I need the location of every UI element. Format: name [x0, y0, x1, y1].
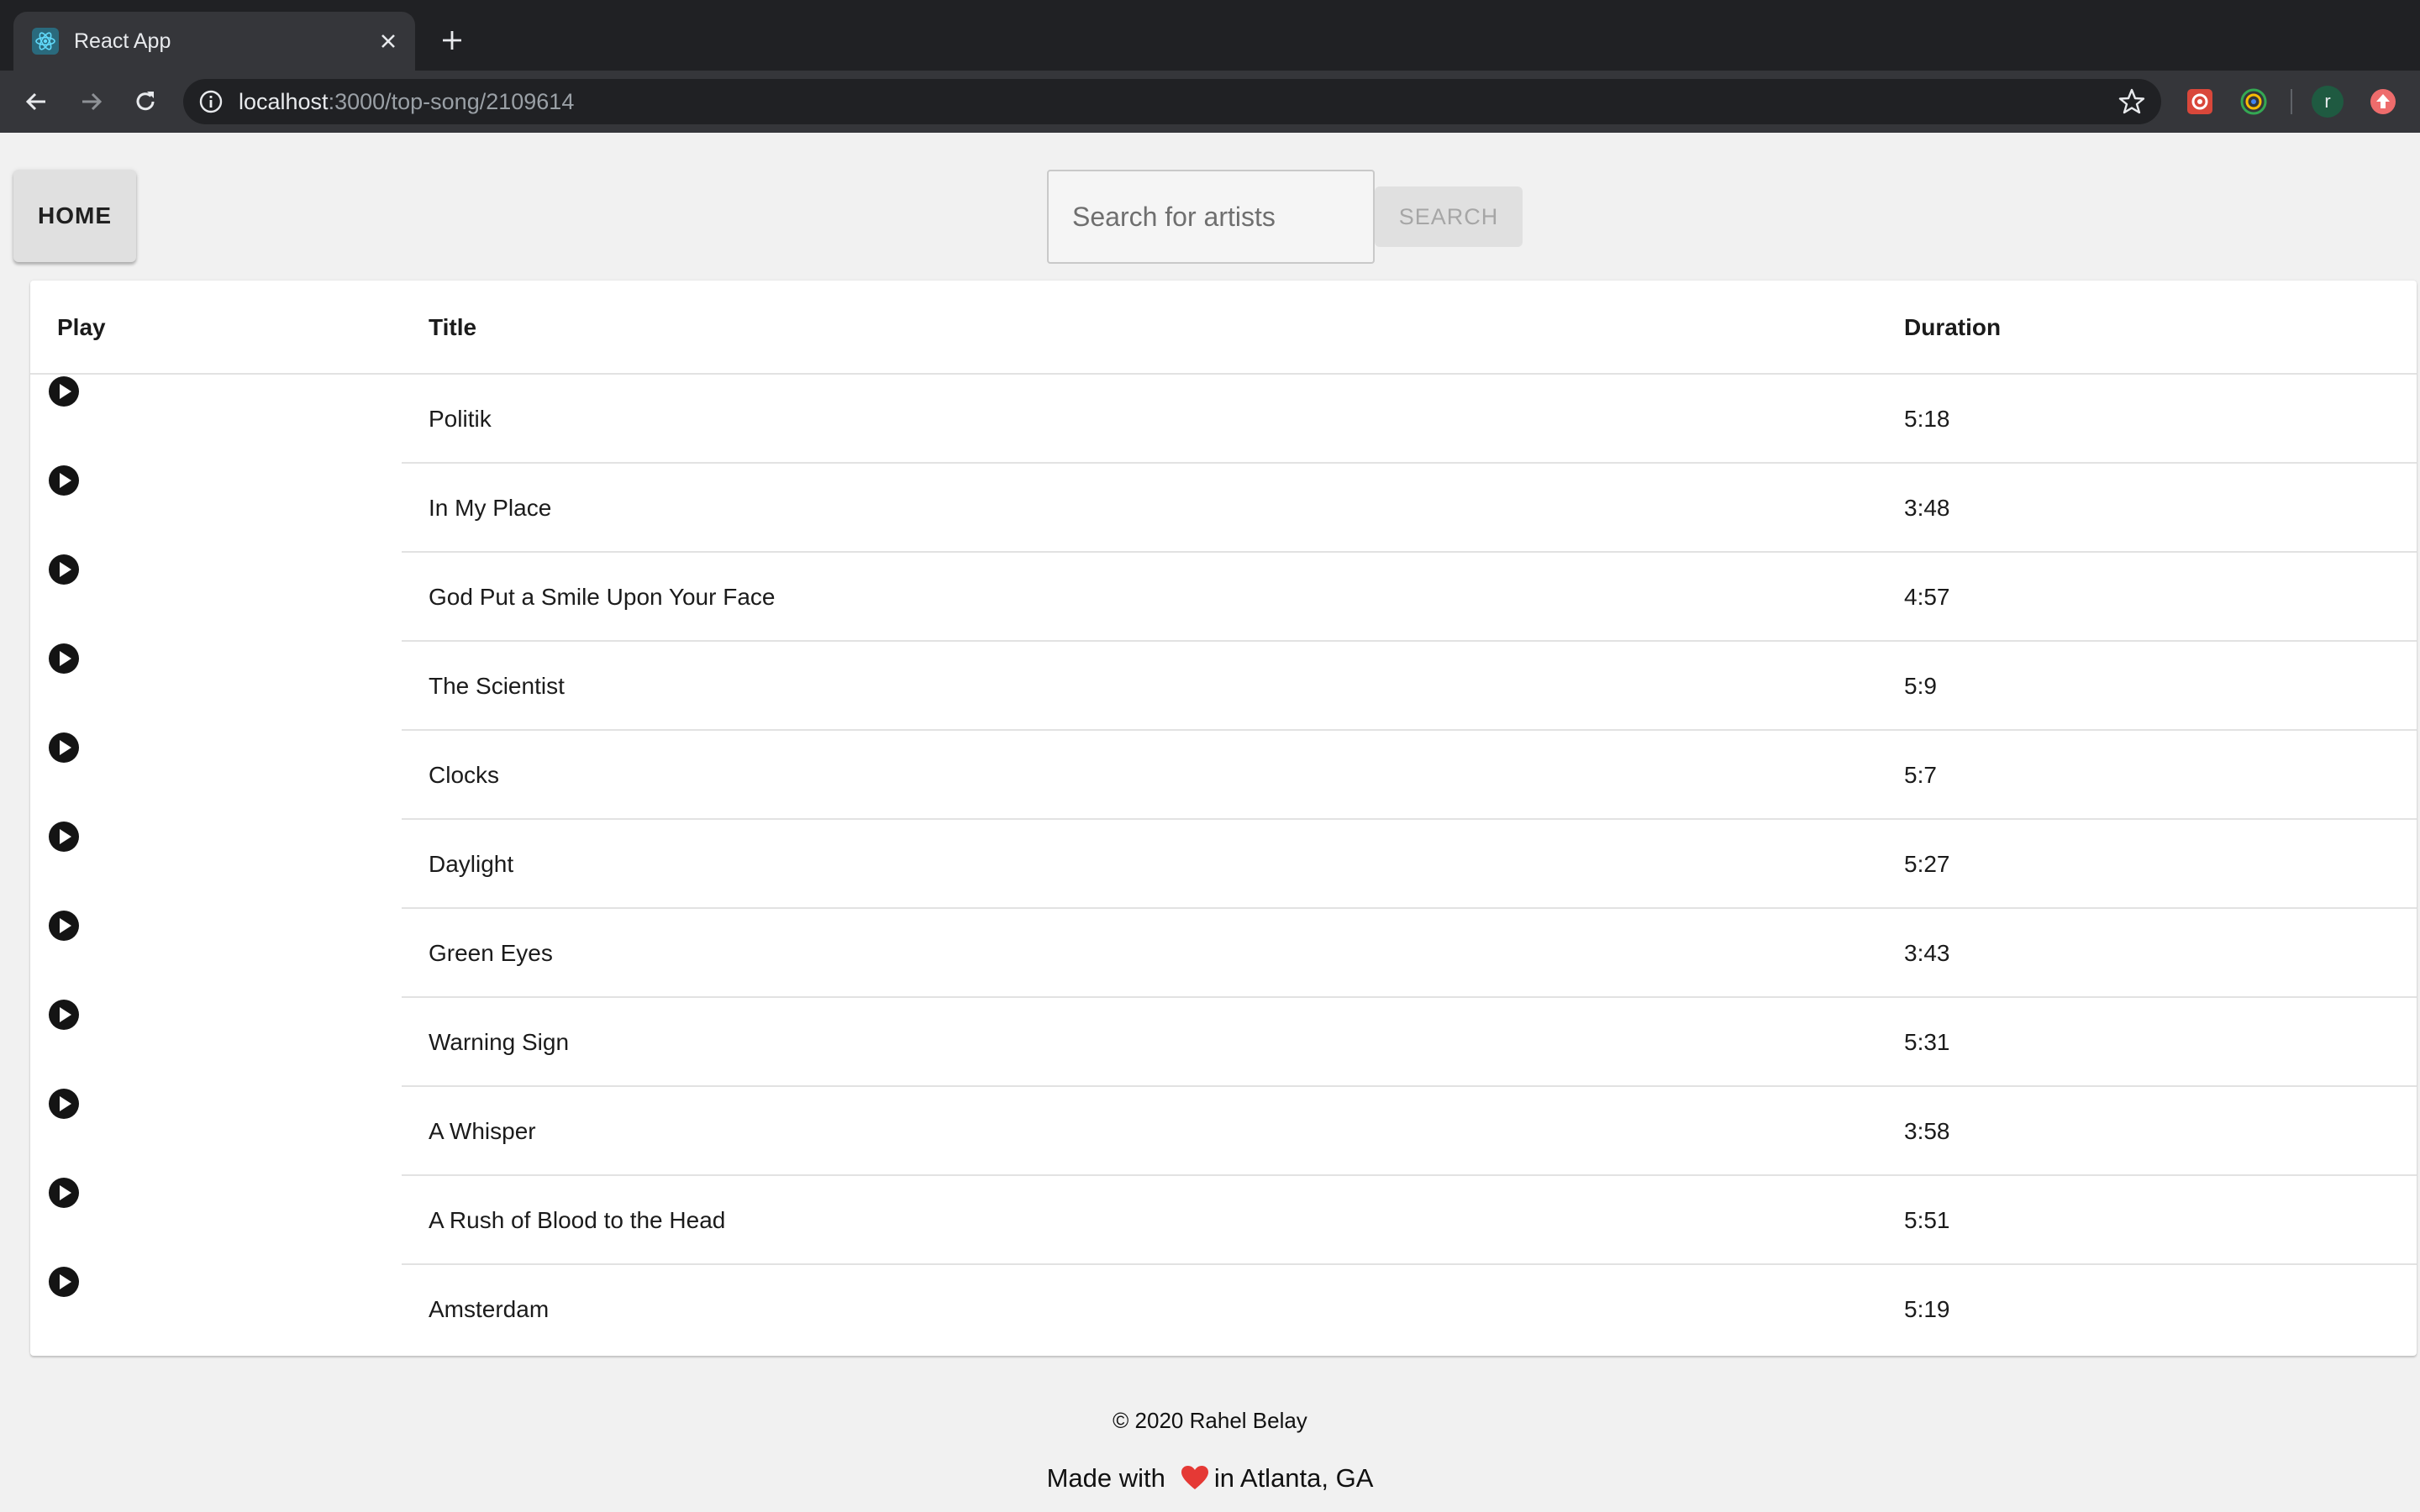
- song-duration: 5:18: [1904, 406, 1950, 432]
- song-duration: 5:51: [1904, 1207, 1950, 1233]
- table-row: Daylight 5:27: [402, 820, 2417, 909]
- table-body: Politik 5:18 In My Place 3:48 God Put a Smil…: [402, 375, 2417, 1354]
- song-duration: 5:31: [1904, 1029, 1950, 1055]
- song-title: Warning Sign: [429, 1029, 570, 1055]
- song-duration: 5:19: [1904, 1296, 1950, 1322]
- song-title: Politik: [429, 406, 492, 432]
- song-duration: 5:7: [1904, 762, 1937, 788]
- close-icon[interactable]: [373, 26, 403, 56]
- table-row: Clocks 5:7: [402, 731, 2417, 820]
- table-row: In My Place 3:48: [402, 464, 2417, 553]
- search-placeholder: Search for artists: [1072, 202, 1276, 232]
- song-title: A Whisper: [429, 1118, 536, 1144]
- home-button[interactable]: HOME: [13, 170, 136, 262]
- table-row: Green Eyes 3:43: [402, 909, 2417, 998]
- browser-toolbar: localhost:3000/top-song/2109614 r: [0, 71, 2420, 133]
- tab-title: React App: [74, 29, 171, 53]
- play-icon[interactable]: [47, 998, 81, 1032]
- table-row: Politik 5:18: [402, 375, 2417, 464]
- play-icon[interactable]: [47, 1265, 81, 1299]
- footer-made-with: Made with in Atlanta, GA: [0, 1463, 2420, 1494]
- table-row: Amsterdam 5:19: [402, 1265, 2417, 1354]
- back-arrow-icon[interactable]: [18, 84, 54, 119]
- song-duration: 4:57: [1904, 584, 1950, 610]
- top-songs-table: Play Title Duration Politik 5:18 In My Pla…: [30, 281, 2417, 1356]
- song-title: In My Place: [429, 495, 552, 521]
- song-title: The Scientist: [429, 673, 565, 699]
- url-path: :3000/top-song/2109614: [328, 89, 575, 114]
- song-duration: 5:27: [1904, 851, 1950, 877]
- song-duration: 3:43: [1904, 940, 1950, 966]
- browser-tabstrip: React App: [0, 0, 2420, 71]
- bookmark-star-icon[interactable]: [2118, 87, 2146, 116]
- play-icon[interactable]: [47, 731, 81, 764]
- reload-icon[interactable]: [128, 84, 163, 119]
- play-icon[interactable]: [47, 464, 81, 497]
- song-title: Clocks: [429, 762, 500, 788]
- play-icon[interactable]: [47, 1176, 81, 1210]
- extension-target-icon[interactable]: [2237, 85, 2270, 118]
- play-icon[interactable]: [47, 909, 81, 942]
- footer-copyright: © 2020 Rahel Belay: [1113, 1408, 1307, 1433]
- song-title: Daylight: [429, 851, 514, 877]
- browser-tab-active[interactable]: React App: [13, 12, 415, 71]
- url-text: localhost:3000/top-song/2109614: [239, 89, 574, 114]
- avatar: r: [2312, 86, 2344, 118]
- play-icon[interactable]: [47, 375, 81, 408]
- made-with-text: Made with: [1046, 1463, 1165, 1493]
- song-duration: 5:9: [1904, 673, 1937, 699]
- heart-icon: [1181, 1466, 1208, 1489]
- table-row: A Rush of Blood to the Head 5:51: [402, 1176, 2417, 1265]
- info-icon[interactable]: [198, 89, 224, 114]
- song-title: A Rush of Blood to the Head: [429, 1207, 726, 1233]
- play-icon[interactable]: [47, 642, 81, 675]
- react-logo-icon: [32, 28, 59, 55]
- update-icon[interactable]: [2366, 85, 2400, 118]
- search-button[interactable]: SEARCH: [1375, 186, 1523, 247]
- column-header-duration: Duration: [1904, 314, 2002, 340]
- url-host: localhost: [239, 89, 329, 114]
- toolbar-divider: [2291, 89, 2292, 114]
- table-row: The Scientist 5:9: [402, 642, 2417, 731]
- extension-red-icon[interactable]: [2183, 85, 2217, 118]
- song-title: Green Eyes: [429, 940, 553, 966]
- address-bar[interactable]: localhost:3000/top-song/2109614: [183, 79, 2161, 124]
- column-header-play: Play: [57, 314, 106, 340]
- table-row: A Whisper 3:58: [402, 1087, 2417, 1176]
- song-duration: 3:58: [1904, 1118, 1950, 1144]
- table-row: God Put a Smile Upon Your Face 4:57: [402, 553, 2417, 642]
- play-icon[interactable]: [47, 820, 81, 853]
- column-header-title: Title: [429, 314, 477, 340]
- song-title: God Put a Smile Upon Your Face: [429, 584, 776, 610]
- profile-avatar[interactable]: r: [2311, 85, 2344, 118]
- location-text: in Atlanta, GA: [1213, 1463, 1374, 1493]
- table-row: Warning Sign 5:31: [402, 998, 2417, 1087]
- forward-arrow-icon[interactable]: [74, 84, 109, 119]
- play-icon[interactable]: [47, 1087, 81, 1121]
- song-duration: 3:48: [1904, 495, 1950, 521]
- search-input[interactable]: Search for artists: [1047, 170, 1375, 264]
- play-icon[interactable]: [47, 553, 81, 586]
- new-tab-plus-icon[interactable]: [435, 24, 469, 57]
- song-title: Amsterdam: [429, 1296, 550, 1322]
- table-header: Play Title Duration: [30, 281, 2417, 375]
